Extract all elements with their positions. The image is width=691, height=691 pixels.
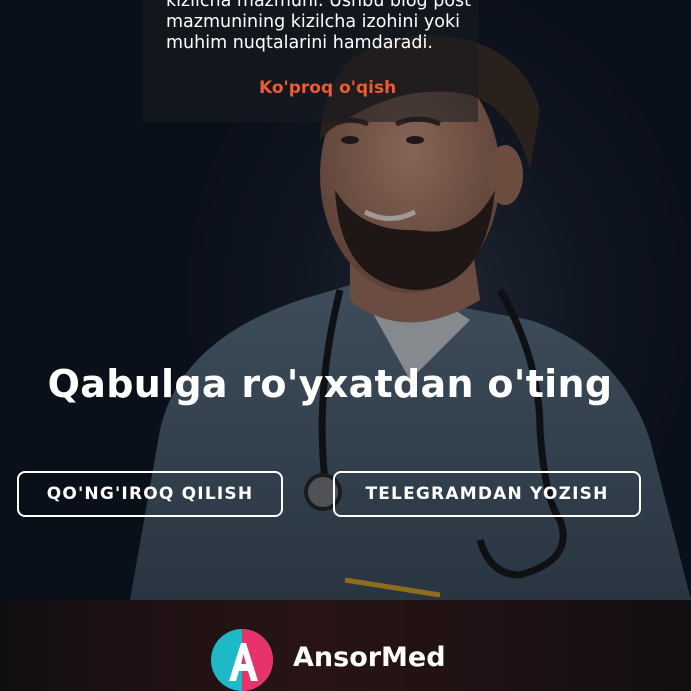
read-more-link[interactable]: Ko'proq o'qish — [259, 78, 396, 98]
ansormed-logo-icon[interactable] — [211, 629, 273, 691]
telegram-button[interactable]: TELEGRAMDAN YOZISH — [333, 471, 641, 517]
brand-name[interactable]: AnsorMed — [293, 642, 446, 673]
blog-excerpt: kizilcha mazmuni. Ushbu blog post mazmun… — [166, 0, 472, 53]
hero-section: kizilcha mazmuni. Ushbu blog post mazmun… — [0, 0, 691, 600]
footer: AnsorMed — [0, 600, 691, 691]
call-button[interactable]: QO'NG'IROQ QILISH — [17, 471, 283, 517]
appointment-title: Qabulga ro'yxatdan o'ting — [47, 362, 613, 406]
